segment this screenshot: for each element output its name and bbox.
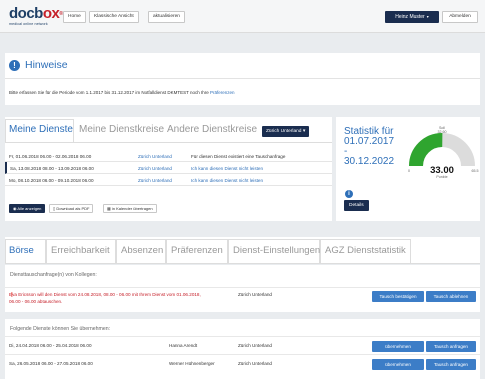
klassische-ansicht-button[interactable]: Klassische Ansicht: [89, 11, 139, 23]
caret-down-icon: ▾: [302, 129, 306, 134]
dienst-row[interactable]: Fr, 01.06.2018 06.00 - 02.06.2018 06.00 …: [5, 150, 332, 162]
caret-down-icon: ▾: [426, 14, 429, 19]
tab-meine-dienstkreise[interactable]: Meine Dienstkreise: [79, 124, 164, 135]
dienst-nicht-leisten-link[interactable]: Ich kann diesen Dienst nicht leisten: [191, 178, 263, 183]
dienst-kreis-link[interactable]: Zürich Unterland: [138, 166, 172, 171]
tab-absenzen[interactable]: Absenzen: [121, 245, 163, 256]
dienstkreis-filter-label: Zürich Unterland: [266, 129, 302, 134]
download-pdf-button[interactable]: ▯ Download als PDF: [49, 204, 94, 213]
tausch-anfragen-button[interactable]: Tausch anfragen: [426, 359, 476, 370]
uebernehmen-kreis: Zürich Unterland: [238, 343, 272, 348]
top-bar: docbox® medical online network Home Klas…: [0, 0, 485, 33]
tausch-anfragen-button[interactable]: Tausch anfragen: [426, 341, 476, 352]
tab-divider: [5, 142, 332, 143]
hinweise-text: Bitte erfassen Sie für die Periode vom 1…: [9, 90, 235, 95]
dienst-date: Mo, 08.10.2018 06.00 - 09.10.2018 06.00: [9, 177, 94, 183]
uebernehmen-section: Folgende Dienste können Sie übernehmen: …: [5, 319, 480, 379]
info-icon: !: [9, 60, 20, 71]
uebernehmen-button[interactable]: übernehmen: [372, 341, 424, 352]
tab-andere-dienstkreise[interactable]: Andere Dienstkreise: [167, 124, 257, 135]
uebernehmen-kreis: Zürich Unterland: [238, 361, 272, 366]
dienstkreis-filter-dropdown[interactable]: Zürich Unterland ▾: [262, 126, 310, 137]
statistik-panel: Statistik für 01.07.2017 - 30.12.2022 i …: [336, 117, 480, 221]
tab-boerse[interactable]: Börse: [9, 245, 34, 256]
gauge-max-label: 65.5: [472, 169, 479, 173]
tab-agz-dienststatistik[interactable]: AGZ Dienststatistik: [325, 245, 406, 256]
bottom-tabs: Börse Erreichbarkeit Absenzen Präferenze…: [5, 237, 480, 264]
details-button[interactable]: Details: [344, 200, 369, 211]
gauge-unit-label: Punkte: [436, 175, 447, 179]
logo-wordmark: docbox®: [9, 5, 63, 22]
dienst-row[interactable]: Sa, 13.08.2018 08.00 - 13.09.2018 06.00 …: [5, 162, 332, 174]
tauschanfrage-kreis: Zürich Unterland: [238, 292, 272, 297]
tab-meine-dienste[interactable]: Meine Dienste: [9, 124, 73, 135]
uebernehmen-heading: Folgende Dienste können Sie übernehmen:: [10, 326, 111, 332]
dienst-date: Sa, 13.08.2018 08.00 - 13.09.2018 06.00: [10, 165, 94, 171]
uebernehmen-button[interactable]: übernehmen: [372, 359, 424, 370]
tausch-ablehnen-button[interactable]: Tausch ablehnen: [426, 291, 476, 302]
tauschanfrage-text-line1: Eva Ericsson will den Dienst vom 24.08.2…: [9, 292, 201, 297]
uebernehmen-row: Di, 24.04.2018 06.00 - 25.04.2018 06.00 …: [5, 336, 480, 354]
logout-button[interactable]: Abmelden: [442, 11, 478, 23]
hinweise-header: ! Hinweise: [5, 53, 480, 79]
dienst-date: Fr, 01.06.2018 06.00 - 02.06.2018 06.00: [9, 153, 92, 159]
user-name: Heinz Muster: [395, 14, 425, 20]
punkte-gauge: Soll 32.60 0 65.5 33.00 Punkte: [408, 126, 479, 179]
eye-icon: ◉: [13, 206, 17, 211]
uebernehmen-date: Sa, 26.05.2018 06.00 - 27.05.2018 06.00: [9, 361, 93, 366]
statistik-from: 01.07.2017: [344, 136, 395, 147]
kalender-label: in Kalender übertragen: [111, 206, 153, 211]
dienst-row[interactable]: Mo, 08.10.2018 06.00 - 09.10.2018 06.00 …: [5, 174, 332, 186]
alle-anzeigen-button[interactable]: ◉ Alle anzeigen: [9, 204, 46, 213]
logo-text-ox: ox: [42, 5, 60, 22]
logo-subtitle: medical online network: [9, 22, 48, 26]
tab-dienst-einstellungen[interactable]: Dienst-Einstellungen: [233, 245, 320, 256]
tab-erreichbarkeit[interactable]: Erreichbarkeit: [51, 245, 110, 256]
calendar-icon: ▦: [107, 206, 111, 211]
tauschanfrage-text-line2: 06.00 - 06.00 abtauschen.: [9, 299, 63, 304]
statistik-to: 30.12.2022: [344, 156, 395, 167]
logo-text-main: docb: [9, 5, 43, 22]
tab-praeferenzen[interactable]: Präferenzen: [171, 245, 223, 256]
praeferenzen-link[interactable]: Präferenzen: [210, 90, 235, 95]
uebernehmen-date: Di, 24.04.2018 06.00 - 25.04.2018 06.00: [9, 343, 92, 348]
aktualisieren-button[interactable]: aktualisieren: [148, 11, 185, 23]
uebernehmen-name: Werner Hühnenberger: [169, 361, 215, 366]
gauge-min-label: 0: [408, 169, 410, 173]
home-button[interactable]: Home: [63, 11, 86, 23]
statistik-heading: Statistik für 01.07.2017 - 30.12.2022: [344, 127, 394, 167]
hinweise-title: Hinweise: [25, 59, 68, 71]
hinweise-text-main: Bitte erfassen Sie für die Periode vom 1…: [9, 90, 209, 95]
kalender-button[interactable]: ▦ in Kalender übertragen: [103, 204, 157, 213]
tausch-bestaetigen-button[interactable]: Tausch bestätigen: [372, 291, 424, 302]
alle-anzeigen-label: Alle anzeigen: [17, 206, 42, 211]
gauge-target-value: 32.60: [438, 130, 447, 134]
download-pdf-label: Download als PDF: [56, 206, 90, 211]
file-icon: ▯: [53, 206, 56, 211]
gauge-value-arc: [409, 132, 443, 167]
uebernehmen-name: Hanna Arendt: [169, 343, 198, 348]
dienst-nicht-leisten-link[interactable]: Ich kann diesen Dienst nicht leisten: [191, 166, 263, 171]
docbox-logo[interactable]: docbox® medical online network: [9, 5, 63, 26]
dienst-note: Für diesen Dienst existiert eine Tauscha…: [191, 153, 286, 159]
info-icon[interactable]: i: [345, 190, 353, 198]
dienste-panel: Meine Dienste Meine Dienstkreise Andere …: [5, 117, 332, 221]
hinweise-body: Bitte erfassen Sie für die Periode vom 1…: [5, 79, 480, 105]
dienst-kreis-link[interactable]: Zürich Unterland: [138, 154, 172, 159]
uebernehmen-row: Sa, 26.05.2018 06.00 - 27.05.2018 06.00 …: [5, 354, 480, 372]
tauschanfrage-row: ❗ Eva Ericsson will den Dienst vom 24.08.…: [5, 287, 480, 312]
user-menu-button[interactable]: Heinz Muster ▾: [385, 11, 439, 23]
tauschanfragen-section: Diensttauschanfrage(n) von Kollegen: ❗ Ev…: [5, 265, 480, 312]
dienst-kreis-link[interactable]: Zürich Unterland: [138, 178, 172, 183]
tauschanfragen-heading: Diensttauschanfrage(n) von Kollegen:: [10, 272, 97, 278]
